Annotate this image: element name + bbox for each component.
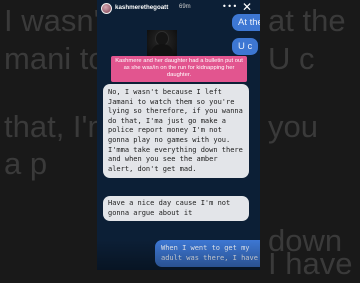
message-bubble-sent: When I went to get my adult was there, I…: [155, 240, 260, 268]
avatar[interactable]: [101, 3, 112, 14]
caption-text: Kashmere and her daughter had a bulletin…: [111, 56, 247, 82]
more-options-icon[interactable]: •••: [222, 2, 238, 11]
background-text: U c: [268, 41, 315, 76]
story-frame: kashmerethegoatt 69m ••• ✕ At the U c Ka…: [97, 0, 260, 270]
message-bubble-received: Have a nice day cause I'm not gonna argu…: [103, 196, 249, 222]
background-text: a p: [4, 146, 48, 181]
background-text: you: [268, 109, 318, 144]
post-time: 69m: [179, 4, 191, 10]
message-bubble-sent: At the: [232, 14, 260, 31]
close-icon[interactable]: ✕: [242, 0, 252, 14]
username[interactable]: kashmerethegoatt: [115, 4, 168, 11]
background-text: I have: [268, 246, 353, 281]
person-photo: [147, 30, 177, 58]
message-bubble-received: No, I wasn't because I left Jamani to wa…: [103, 84, 249, 179]
message-bubble-sent: U c: [232, 38, 259, 55]
background-text: at the: [268, 3, 346, 38]
